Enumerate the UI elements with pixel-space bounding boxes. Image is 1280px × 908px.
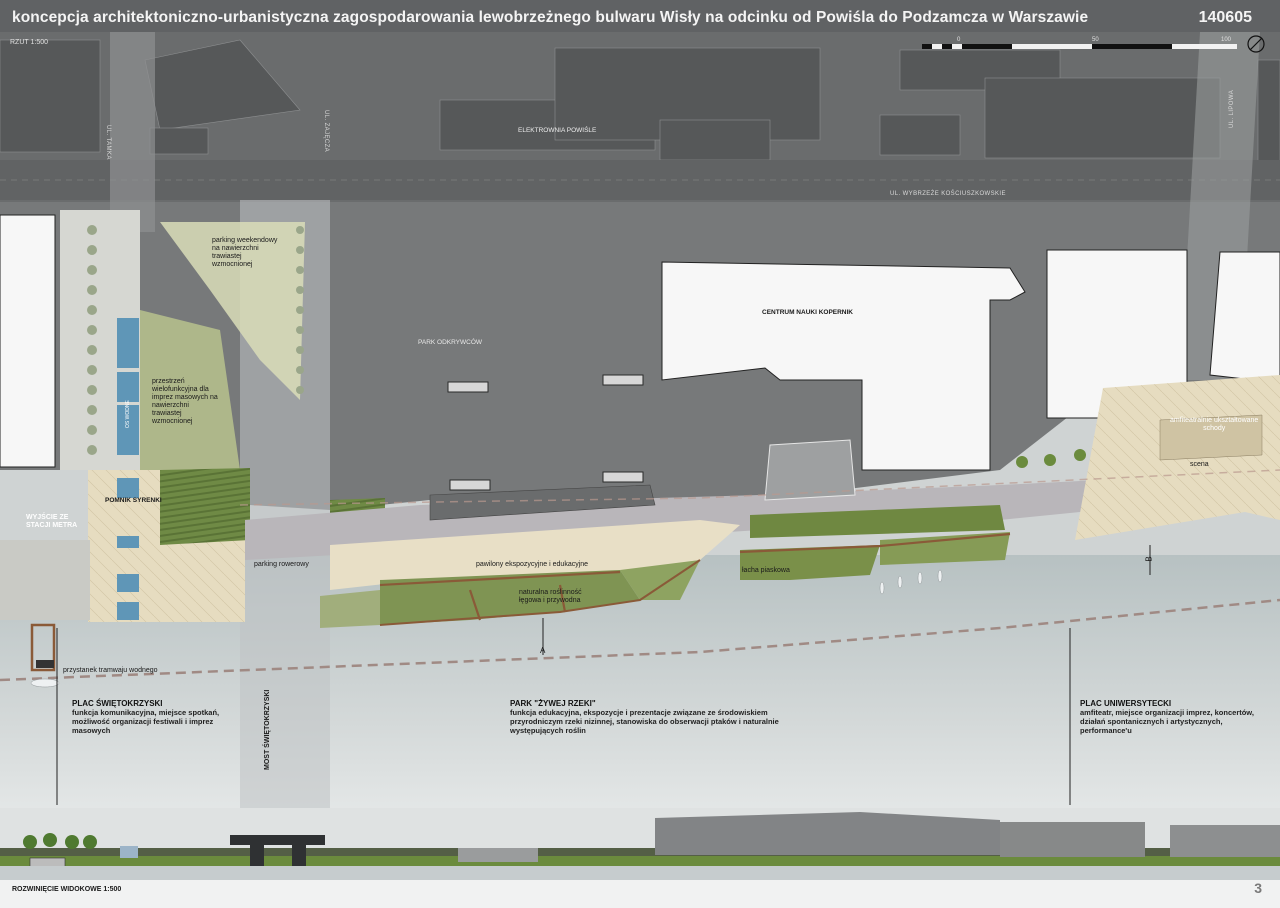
scale-bar-zero: 0 [957,37,961,43]
zone-plac-swietokrzyski: PLAC ŚWIĘTOKRZYSKI funkcja komunikacyjna… [72,699,262,736]
label-park-odkrywcow: PARK ODKRYWCÓW [418,339,483,346]
label-bike-parking: parking rowerowy [254,561,309,568]
scale-bar-hundred: 100 [1221,37,1232,43]
label-elektrownia: ELEKTROWNIA POWIŚLE [518,127,597,134]
label-natural-vegetation: naturalna roślinność łęgowa i przywodna [519,589,582,604]
zone-plac-uniwersytecki: PLAC UNIWERSYTECKI amfiteatr, miejsce or… [1080,699,1275,736]
zone-title: PLAC UNIWERSYTECKI [1080,699,1172,708]
label-pavilions: pawilony ekspozycyjne i edukacyjne [476,561,589,568]
label-centrum-nauki: CENTRUM NAUKI KOPERNIK [762,309,853,316]
plac-left-strip [0,540,90,620]
street-wybrzeze: UL. WYBRZEŻE KOŚCIUSZKOWSKIE [890,191,1006,197]
label-most-swietokrzyski: MOST ŚWIĘTOKRZYSKI [264,689,271,770]
plan-board: koncepcja architektoniczno-urbanistyczna… [0,0,1280,908]
kopernik-wedge [764,439,856,501]
street-tamka: UL. TAMKA [105,125,111,160]
zone-title: PLAC ŚWIĘTOKRZYSKI [72,699,163,708]
label-water-tram-stop: przystanek tramwaju wodnego [63,667,158,674]
plan-scale-label: RZUT 1:500 [10,39,48,46]
street-lipowa: UL. LIPOWA [1229,89,1235,128]
label-pomnik-syrenki: POMNIK SYRENKI [105,497,162,504]
zone-park-zywej-rzeki: PARK "ŻYWEJ RZEKI" funkcja edukacyjna, e… [510,699,840,736]
zone-description: funkcja komunikacyjna, miejsce spotkań, … [72,708,220,735]
board-number: 140605 [1198,9,1252,26]
scale-bar [922,44,1237,49]
label-multifunction-space: przestrzeń wielofunkcyjna dla imprez mas… [152,378,218,425]
label-amphitheatre: amfiteatralnie ukształtowane schody [1170,417,1259,432]
label-scena: scena [1190,461,1209,468]
page-number: 3 [1254,880,1262,896]
section-marker-a: A [540,646,546,655]
zone-description: amfiteatr, miejsce organizacji imprez, k… [1080,708,1254,735]
board-title: koncepcja architektoniczno-urbanistyczna… [12,9,1089,26]
site-plan-map [0,0,1280,908]
zone-title: PARK "ŻYWEJ RZEKI" [510,699,596,708]
label-water-feature: OS WODNE [125,400,131,428]
scale-bar-fifty: 50 [1092,37,1099,43]
striped-lawn [160,468,250,545]
zone-description: funkcja edukacyjna, ekspozycje i prezent… [510,708,779,735]
bridge-band-tamka [110,32,155,232]
footer-bar [0,880,1280,908]
label-metro-exit: WYJŚCIE ZE STACJI METRA [26,514,78,529]
elevation-label: ROZWINIĘCIE WIDOKOWE 1:500 [12,886,122,893]
label-sandbar: łacha piaskowa [742,567,790,574]
section-marker-b: B [1144,556,1154,562]
street-zajecza: UL. ZAJĘCZA [323,110,329,153]
label-parking-weekend: parking weekendowy na nawierzchni trawia… [212,237,278,268]
